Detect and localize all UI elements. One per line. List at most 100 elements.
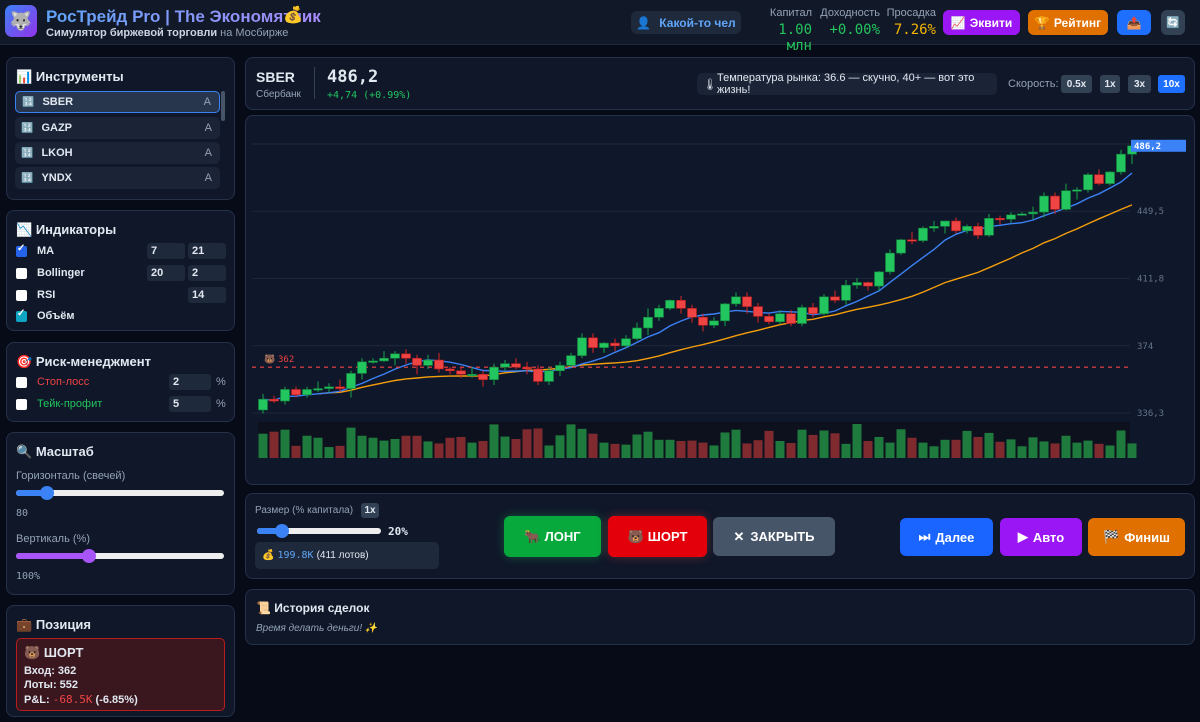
- volume-bar: [368, 437, 378, 458]
- volume-bar: [973, 436, 983, 458]
- volume-bar: [632, 434, 642, 458]
- bollinger-std-input[interactable]: 2: [188, 265, 226, 281]
- candle-body: [522, 366, 532, 370]
- indicator-volume[interactable]: Объём: [16, 308, 74, 322]
- speed-10x-button[interactable]: 10x: [1158, 75, 1185, 93]
- candle-body: [445, 368, 455, 372]
- stop-loss-row[interactable]: Стоп-лосс: [16, 376, 89, 388]
- instrument-item-sber[interactable]: 🔢 SBER A: [15, 91, 220, 113]
- bear-icon: 🐻: [24, 645, 41, 660]
- short-button[interactable]: 🐻 ШОРТ: [608, 516, 707, 557]
- bollinger-period-input[interactable]: 20: [147, 265, 185, 281]
- volume-bar: [885, 442, 895, 458]
- indicator-ma[interactable]: MA: [16, 243, 55, 257]
- upload-icon: 📤: [1126, 15, 1142, 30]
- candle-body: [313, 388, 323, 391]
- risk-title-text: Риск-менеджмент: [35, 354, 152, 369]
- slider-thumb[interactable]: [40, 486, 55, 500]
- candle-body: [1039, 195, 1049, 213]
- candle-body: [797, 307, 807, 324]
- volume-bar: [742, 443, 752, 458]
- volume-checkbox[interactable]: [16, 308, 27, 322]
- risk-panel: 🎯 Риск-менеджмент Стоп-лосс 2 % Тейк-про…: [6, 342, 235, 422]
- tag: A: [204, 147, 212, 159]
- candle-body: [632, 327, 642, 339]
- chart-up-icon: 📈: [950, 15, 966, 30]
- slider-thumb[interactable]: [274, 524, 289, 538]
- volume-bar: [1061, 435, 1071, 458]
- speed-3x-button[interactable]: 3x: [1128, 75, 1151, 93]
- y-tick-label: 449,5: [1137, 207, 1164, 217]
- candle-body: [401, 353, 411, 359]
- bollinger-label: Bollinger: [37, 267, 85, 279]
- history-title-text: История сделок: [274, 601, 370, 615]
- bollinger-checkbox[interactable]: [16, 267, 27, 279]
- candle-body: [621, 338, 631, 347]
- slider-thumb[interactable]: [81, 549, 96, 563]
- candle-body: [533, 368, 543, 382]
- next-button[interactable]: ⏭ Далее: [900, 518, 993, 556]
- vertical-slider[interactable]: [16, 549, 224, 563]
- volume-bar: [588, 433, 598, 458]
- ma-label: MA: [37, 245, 55, 257]
- user-button[interactable]: 👤 Какой-то чел: [631, 11, 741, 34]
- ma-period-2-input[interactable]: 21: [188, 243, 226, 259]
- take-profit-input[interactable]: 5: [169, 396, 211, 412]
- volume-bar: [324, 447, 334, 458]
- instrument-item-lkoh[interactable]: 🔢 LKOH A: [15, 142, 220, 164]
- candle-body: [511, 363, 521, 368]
- price-chart[interactable]: 449,5 411,8 374 336,3 🐻 362 486,2: [252, 122, 1188, 480]
- candle-body: [852, 282, 862, 286]
- candle-body: [1105, 171, 1115, 184]
- ma-checkbox[interactable]: [16, 243, 27, 257]
- instrument-item-gazp[interactable]: 🔢 GAZP A: [15, 117, 220, 139]
- equity-button[interactable]: 📈 Эквити: [943, 10, 1020, 35]
- candle-body: [357, 361, 367, 374]
- instrument-item-yndx[interactable]: 🔢 YNDX A: [15, 167, 220, 189]
- pnl-label: P&L:: [24, 694, 50, 706]
- indicator-rsi[interactable]: RSI: [16, 289, 55, 301]
- volume-bar: [280, 429, 290, 458]
- rsi-period-input[interactable]: 14: [188, 287, 226, 303]
- ma-period-1-input[interactable]: 7: [147, 243, 185, 259]
- volume-bar: [412, 435, 422, 458]
- stop-loss-input[interactable]: 2: [169, 374, 211, 390]
- instruments-scrollbar[interactable]: [221, 91, 225, 121]
- candle-body: [291, 389, 301, 396]
- sparkles-icon: ✨: [364, 623, 378, 634]
- candle-body: [709, 320, 719, 326]
- volume-bar: [610, 443, 620, 458]
- money-bag-icon: 💰: [262, 550, 275, 561]
- speed-0.5x-button[interactable]: 0.5x: [1061, 75, 1092, 93]
- speed-1x-button[interactable]: 1x: [1100, 75, 1120, 93]
- volume-bar: [1006, 439, 1016, 458]
- rating-button[interactable]: 🏆 Рейтинг: [1028, 10, 1108, 35]
- size-multiplier-button[interactable]: 1x: [361, 503, 379, 518]
- refresh-button[interactable]: 🔄: [1161, 10, 1185, 35]
- finish-button[interactable]: 🏁 Финиш: [1088, 518, 1185, 556]
- subtitle-rest: на Мосбирже: [220, 27, 289, 39]
- take-profit-checkbox[interactable]: [16, 398, 27, 410]
- close-position-button[interactable]: ✕ ЗАКРЫТЬ: [713, 517, 835, 556]
- rsi-checkbox[interactable]: [16, 289, 27, 301]
- position-card: 🐻 ШОРТ Вход: 362 Лоты: 552 P&L: -68.5K (…: [16, 638, 225, 711]
- candle-body: [962, 226, 972, 232]
- take-profit-row[interactable]: Тейк-профит: [16, 398, 102, 410]
- long-button[interactable]: 🐂 ЛОНГ: [504, 516, 601, 557]
- candle-body: [753, 306, 763, 317]
- candle-body: [555, 365, 565, 372]
- volume-bar: [346, 427, 356, 458]
- subtitle-bold: Симулятор биржевой торговли: [46, 27, 218, 39]
- close-label: ЗАКРЫТЬ: [750, 529, 815, 544]
- indicator-bollinger[interactable]: Bollinger: [16, 267, 85, 279]
- size-slider[interactable]: [257, 524, 381, 538]
- candle-body: [742, 296, 752, 307]
- upload-button[interactable]: 📤: [1117, 10, 1151, 35]
- volume-bar: [676, 441, 686, 458]
- horizontal-slider[interactable]: [16, 486, 224, 500]
- indicators-title: 📉 Индикаторы: [16, 222, 116, 238]
- stop-loss-checkbox[interactable]: [16, 376, 27, 388]
- candle-body: [599, 342, 609, 348]
- candle-body: [940, 220, 950, 227]
- auto-button[interactable]: ▶ Авто: [1000, 518, 1082, 556]
